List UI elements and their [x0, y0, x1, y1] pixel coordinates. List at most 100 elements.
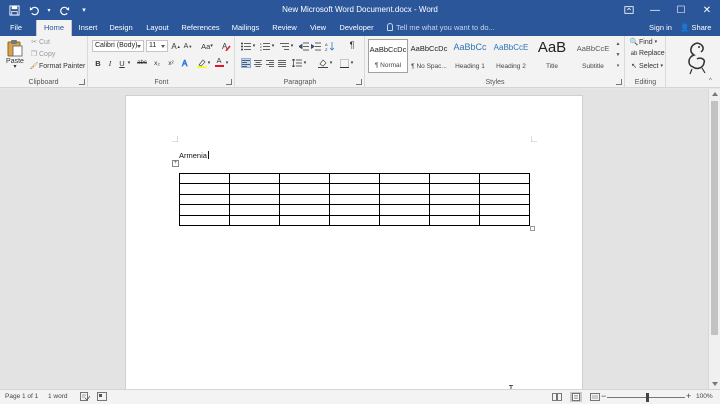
- zoom-in-button[interactable]: +: [686, 391, 691, 401]
- table-cell[interactable]: [229, 193, 280, 206]
- format-painter-button[interactable]: 🖌 Format Painter: [29, 62, 86, 71]
- table-cell[interactable]: [429, 204, 480, 216]
- show-formatting-button[interactable]: ¶: [347, 40, 357, 50]
- table-cell[interactable]: [479, 172, 530, 185]
- table-cell[interactable]: [379, 172, 430, 185]
- tab-home[interactable]: Home: [36, 20, 72, 36]
- style-title[interactable]: AaB Title: [532, 39, 572, 73]
- shrink-font-button[interactable]: A ▼: [183, 41, 193, 51]
- zoom-level[interactable]: 100%: [696, 393, 713, 400]
- bullets-icon[interactable]: [241, 41, 251, 51]
- numbering-dropdown[interactable]: ▾: [270, 41, 276, 51]
- maximize-button[interactable]: ☐: [668, 0, 694, 20]
- table-cell[interactable]: [179, 214, 230, 226]
- shading-dropdown[interactable]: ▾: [328, 58, 334, 68]
- select-button[interactable]: ↖ Select ▾: [629, 62, 663, 71]
- clear-formatting-icon[interactable]: A: [221, 41, 231, 51]
- close-button[interactable]: ✕: [694, 0, 720, 20]
- table-cell[interactable]: [179, 183, 230, 195]
- increase-indent-icon[interactable]: [311, 41, 321, 51]
- strikethrough-button[interactable]: abc: [135, 58, 149, 68]
- table-cell[interactable]: [329, 193, 380, 206]
- shading-icon[interactable]: [318, 58, 328, 68]
- document-text[interactable]: Armenia: [179, 151, 209, 160]
- line-spacing-dropdown[interactable]: ▾: [302, 58, 308, 68]
- table-cell[interactable]: [379, 204, 430, 216]
- font-name-combo[interactable]: Calibri (Body): [92, 40, 144, 52]
- table-cell[interactable]: [429, 172, 480, 185]
- table-cell[interactable]: [179, 193, 230, 206]
- vertical-scrollbar[interactable]: [708, 89, 720, 389]
- table-cell[interactable]: [329, 214, 380, 226]
- numbering-icon[interactable]: 123: [260, 41, 270, 51]
- sign-in-link[interactable]: Sign in: [649, 20, 672, 36]
- table-cell[interactable]: [279, 172, 330, 185]
- multilevel-list-icon[interactable]: [279, 41, 289, 51]
- zoom-slider-thumb[interactable]: [646, 393, 649, 402]
- clipboard-launcher-icon[interactable]: [79, 79, 85, 85]
- copy-button[interactable]: ❐ Copy: [29, 50, 55, 59]
- table-cell[interactable]: [429, 193, 480, 206]
- font-launcher-icon[interactable]: [226, 79, 232, 85]
- print-layout-icon[interactable]: [570, 392, 582, 402]
- table-cell[interactable]: [379, 193, 430, 206]
- borders-dropdown[interactable]: ▾: [349, 58, 355, 68]
- align-center-icon[interactable]: [253, 58, 263, 68]
- tab-view[interactable]: View: [306, 20, 330, 36]
- tab-layout[interactable]: Layout: [143, 20, 172, 36]
- table-cell[interactable]: [329, 183, 380, 195]
- table-cell[interactable]: [179, 204, 230, 216]
- table-cell[interactable]: [329, 172, 380, 185]
- scroll-thumb[interactable]: [711, 101, 718, 335]
- borders-icon[interactable]: [339, 58, 349, 68]
- table-cell[interactable]: [229, 214, 280, 226]
- table-cell[interactable]: [229, 204, 280, 216]
- scroll-down-icon[interactable]: [712, 382, 718, 386]
- font-color-dropdown[interactable]: ▾: [224, 58, 230, 68]
- style-subtitle[interactable]: AaBbCcE Subtitle: [573, 39, 613, 73]
- tell-me-search[interactable]: Tell me what you want to do...: [387, 20, 495, 36]
- font-size-combo[interactable]: 11: [146, 40, 168, 52]
- tab-review[interactable]: Review: [270, 20, 299, 36]
- subscript-button[interactable]: x₂: [151, 58, 163, 68]
- read-mode-icon[interactable]: [551, 392, 563, 402]
- table-cell[interactable]: [379, 183, 430, 195]
- underline-dropdown[interactable]: ▾: [126, 58, 132, 68]
- find-button[interactable]: 🔍 Find ▾: [629, 38, 658, 47]
- table-cell[interactable]: [379, 214, 430, 226]
- table-cell[interactable]: [229, 172, 280, 185]
- style-heading-1[interactable]: AaBbCc Heading 1: [450, 39, 490, 73]
- collapse-ribbon-icon[interactable]: ^: [709, 78, 712, 84]
- table-cell[interactable]: [329, 204, 380, 216]
- highlight-dropdown[interactable]: ▾: [206, 58, 212, 68]
- document-table[interactable]: [179, 172, 530, 226]
- more-styles-icon[interactable]: ▾: [617, 61, 620, 72]
- table-cell[interactable]: [429, 214, 480, 226]
- style-heading-2[interactable]: AaBbCcE Heading 2: [491, 39, 531, 73]
- chevron-up-icon[interactable]: ▲: [616, 39, 621, 50]
- document-page[interactable]: Armenia +: [125, 95, 583, 395]
- justify-icon[interactable]: [277, 58, 287, 68]
- share-button[interactable]: 👤 Share: [680, 20, 711, 36]
- word-count[interactable]: 1 word: [48, 393, 68, 400]
- bullets-dropdown[interactable]: ▾: [251, 41, 257, 51]
- table-cell[interactable]: [279, 183, 330, 195]
- table-resize-handle[interactable]: [530, 226, 535, 231]
- table-cell[interactable]: [479, 204, 530, 216]
- multilevel-dropdown[interactable]: ▾: [289, 41, 295, 51]
- replace-button[interactable]: ab Replace: [629, 50, 665, 57]
- font-color-button[interactable]: A: [214, 57, 224, 67]
- scroll-up-icon[interactable]: [712, 92, 718, 96]
- chevron-down-icon[interactable]: ▼: [616, 50, 621, 61]
- page-count[interactable]: Page 1 of 1: [5, 393, 38, 400]
- text-effects-icon[interactable]: A: [181, 58, 191, 68]
- table-cell[interactable]: [479, 183, 530, 195]
- minimize-button[interactable]: —: [642, 0, 668, 20]
- table-cell[interactable]: [279, 214, 330, 226]
- paste-button[interactable]: Paste ▾: [4, 39, 26, 73]
- align-right-icon[interactable]: [265, 58, 275, 68]
- align-left-icon[interactable]: [241, 58, 251, 68]
- tab-developer[interactable]: Developer: [337, 20, 376, 36]
- proofing-icon[interactable]: [80, 392, 91, 403]
- tab-file[interactable]: File: [5, 20, 27, 36]
